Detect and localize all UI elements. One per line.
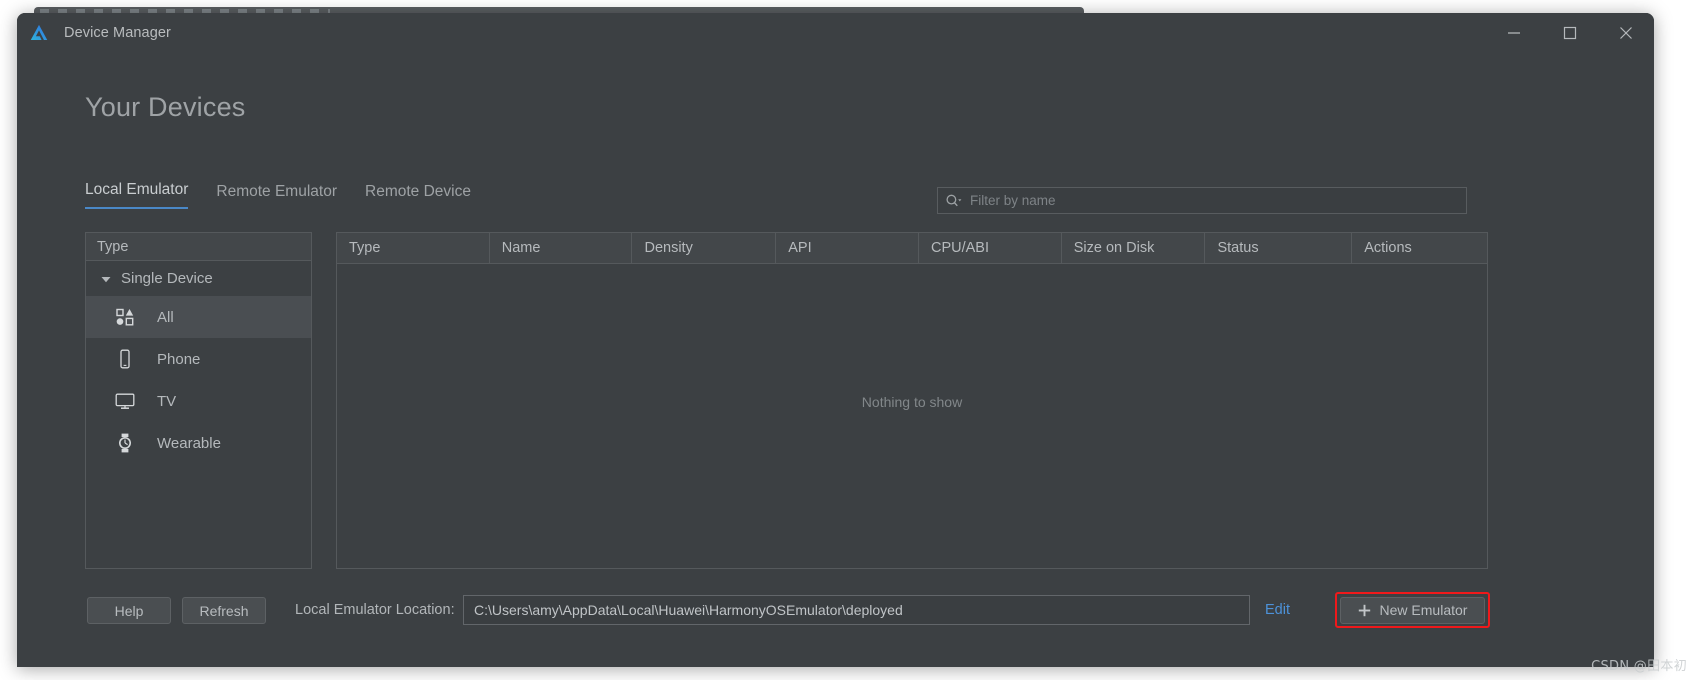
table-empty-message: Nothing to show	[861, 394, 963, 410]
column-header-density[interactable]: Density	[632, 233, 777, 263]
devices-table: Type Name Density API CPU/ABI Size on Di…	[336, 232, 1488, 569]
sidebar-item-wearable-label: Wearable	[157, 434, 221, 452]
column-header-actions[interactable]: Actions	[1352, 233, 1487, 263]
minimize-button[interactable]	[1486, 13, 1542, 53]
watermark: CSDN @田本初	[1591, 659, 1687, 674]
tab-remote-emulator[interactable]: Remote Emulator	[216, 183, 337, 209]
column-header-status[interactable]: Status	[1205, 233, 1353, 263]
sidebar-item-all-label: All	[157, 308, 174, 326]
sidebar-item-phone[interactable]: Phone	[86, 338, 311, 380]
page-title: Your Devices	[85, 92, 246, 122]
type-panel-header: Type	[86, 233, 311, 261]
sidebar-item-phone-label: Phone	[157, 350, 201, 368]
table-header-row: Type Name Density API CPU/ABI Size on Di…	[337, 233, 1487, 264]
type-panel-header-label: Type	[97, 238, 129, 255]
location-label: Local Emulator Location:	[295, 602, 455, 618]
sidebar-item-tv[interactable]: TV	[86, 380, 311, 422]
column-header-api[interactable]: API	[776, 233, 919, 263]
tab-bar: Local Emulator Remote Emulator Remote De…	[85, 181, 499, 209]
column-header-cpu-abi[interactable]: CPU/ABI	[919, 233, 1062, 263]
phone-icon	[115, 349, 135, 369]
deveco-studio-logo-icon	[30, 24, 48, 40]
tab-local-emulator[interactable]: Local Emulator	[85, 181, 189, 209]
maximize-icon	[1563, 26, 1577, 40]
new-emulator-button[interactable]: New Emulator	[1340, 596, 1485, 624]
window-title: Device Manager	[64, 25, 171, 41]
close-button[interactable]	[1598, 13, 1654, 53]
filter-box[interactable]	[937, 187, 1467, 214]
plus-icon	[1358, 604, 1370, 616]
column-header-type[interactable]: Type	[337, 233, 490, 263]
filter-input[interactable]	[970, 193, 1466, 208]
chevron-down-icon	[101, 276, 111, 282]
location-field[interactable]: C:\Users\amy\AppData\Local\Huawei\Harmon…	[463, 595, 1250, 625]
minimize-icon	[1508, 32, 1520, 34]
column-header-name[interactable]: Name	[490, 233, 633, 263]
window-content: Your Devices Local Emulator Remote Emula…	[17, 53, 1654, 667]
watch-icon	[115, 433, 135, 453]
title-bar: Device Manager	[17, 13, 1654, 53]
tab-remote-device[interactable]: Remote Device	[365, 183, 471, 209]
maximize-button[interactable]	[1542, 13, 1598, 53]
shapes-grid-icon	[115, 307, 135, 327]
type-group-label: Single Device	[121, 270, 213, 287]
help-button[interactable]: Help	[87, 597, 171, 624]
close-icon	[1620, 27, 1632, 39]
type-group-single-device[interactable]: Single Device	[86, 261, 311, 296]
search-dropdown-icon	[946, 194, 962, 206]
tv-icon	[115, 391, 135, 411]
bottom-bar: Help Refresh Local Emulator Location: C:…	[17, 583, 1654, 653]
new-emulator-label: New Emulator	[1379, 602, 1468, 618]
edit-link[interactable]: Edit	[1265, 602, 1290, 618]
location-value: C:\Users\amy\AppData\Local\Huawei\Harmon…	[474, 602, 903, 618]
sidebar-item-wearable[interactable]: Wearable	[86, 422, 311, 464]
type-panel: Type Single Device All Phone TV Wearable	[85, 232, 312, 569]
device-manager-window: Device Manager Your Devices Local Emulat…	[17, 13, 1654, 667]
column-header-size-on-disk[interactable]: Size on Disk	[1062, 233, 1206, 263]
sidebar-item-all[interactable]: All	[86, 296, 311, 338]
new-emulator-highlight: New Emulator	[1335, 592, 1490, 628]
refresh-button[interactable]: Refresh	[182, 597, 266, 624]
window-controls	[1486, 13, 1654, 53]
sidebar-item-tv-label: TV	[157, 392, 177, 410]
